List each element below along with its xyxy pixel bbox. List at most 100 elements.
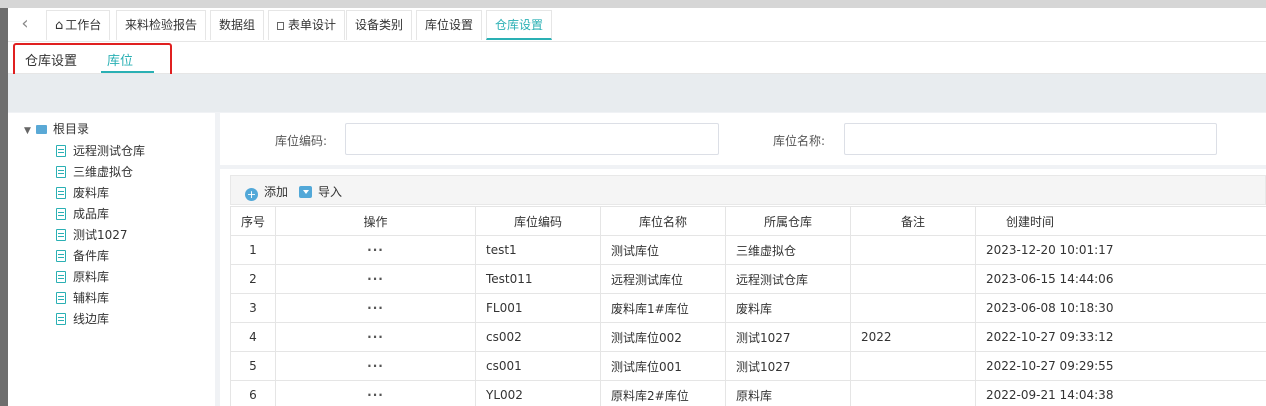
grid-toolbar: + 添加 导入 — [230, 175, 1266, 205]
document-icon — [56, 145, 66, 157]
tree-item-label: 辅料库 — [73, 291, 110, 305]
back-chevron-icon[interactable]: ‹ — [12, 12, 38, 38]
document-icon — [56, 208, 66, 220]
search-panel: 库位编码: 库位名称: — [220, 113, 1266, 165]
table-cell: 废料库1#库位 — [600, 293, 726, 323]
table-cell: 3 — [230, 293, 276, 323]
tab-label: 设备类别 — [355, 18, 404, 32]
table-cell: 远程测试仓库 — [725, 264, 851, 294]
tab-label: 仓库设置 — [495, 18, 544, 32]
tab-incoming-inspection[interactable]: 来料检验报告 — [116, 10, 207, 40]
column-header[interactable]: 操作 — [275, 206, 476, 236]
table-cell: 测试1027 — [725, 351, 851, 381]
tab-label: 来料检验报告 — [125, 18, 198, 32]
tree-item-label: 原料库 — [73, 270, 110, 284]
tab-label: 数据组 — [219, 18, 256, 32]
document-icon — [56, 250, 66, 262]
table-cell: 4 — [230, 322, 276, 352]
tree-item[interactable]: 测试1027 — [56, 226, 128, 244]
table-cell: 原料库2#库位 — [600, 380, 726, 406]
location-table: 序号 操作 库位编码 库位名称 所属仓库 备注 创建时间 1 ··· test1 测试… — [230, 206, 1266, 406]
tab-workbench[interactable]: ⌂ 工作台 — [46, 10, 111, 40]
document-icon — [56, 313, 66, 325]
table-cell: YL002 — [475, 380, 601, 406]
table-cell: 1 — [230, 235, 276, 265]
import-icon — [299, 186, 312, 198]
table-cell: 2023-12-20 10:01:17 — [975, 235, 1266, 265]
tree-item-label: 废料库 — [73, 186, 110, 200]
table-cell: 2022-09-21 14:04:38 — [975, 380, 1266, 406]
column-header[interactable]: 备注 — [850, 206, 976, 236]
table-cell — [850, 351, 976, 381]
table-header-row: 序号 操作 库位编码 库位名称 所属仓库 备注 创建时间 — [230, 206, 1266, 236]
document-icon — [56, 292, 66, 304]
table-row[interactable]: 6 ··· YL002 原料库2#库位 原料库 2022-09-21 14:04:38 — [230, 380, 1266, 406]
document-icon — [56, 166, 66, 178]
tree-item[interactable]: 成品库 — [56, 205, 109, 223]
column-header[interactable]: 序号 — [230, 206, 276, 236]
add-circle-icon: + — [245, 188, 258, 201]
tab-label: 库位设置 — [425, 18, 474, 32]
caret-down-icon[interactable]: ▼ — [24, 123, 36, 139]
column-header[interactable]: 库位编码 — [475, 206, 601, 236]
column-header[interactable]: 库位名称 — [600, 206, 726, 236]
tree-item-label: 成品库 — [73, 207, 110, 221]
table-row[interactable]: 3 ··· FL001 废料库1#库位 废料库 2023-06-08 10:18:30 — [230, 293, 1266, 323]
tree-item[interactable]: 辅料库 — [56, 289, 109, 307]
form-icon — [277, 22, 284, 30]
table-cell: 5 — [230, 351, 276, 381]
table-cell: 测试库位 — [600, 235, 726, 265]
table-cell: Test011 — [475, 264, 601, 294]
column-header[interactable]: 创建时间 — [975, 206, 1266, 236]
table-cell — [850, 293, 976, 323]
row-actions-menu[interactable]: ··· — [275, 351, 476, 381]
left-sidebar-strip — [0, 8, 8, 406]
tab-data-group[interactable]: 数据组 — [210, 10, 265, 40]
tree-item[interactable]: 备件库 — [56, 247, 109, 265]
table-cell: 2022 — [850, 322, 976, 352]
tree-item[interactable]: 远程测试仓库 — [56, 142, 145, 160]
tab-device-category[interactable]: 设备类别 — [346, 10, 413, 40]
tab-location-settings[interactable]: 库位设置 — [416, 10, 483, 40]
import-button[interactable]: 导入 — [299, 183, 342, 200]
table-cell: 2022-10-27 09:33:12 — [975, 322, 1266, 352]
table-row[interactable]: 2 ··· Test011 远程测试库位 远程测试仓库 2023-06-15 14:44:… — [230, 264, 1266, 294]
folder-icon — [36, 125, 47, 134]
location-name-input[interactable] — [844, 123, 1217, 155]
tree-item[interactable]: 线边库 — [56, 310, 109, 328]
tab-bar: ‹ ⌂ 工作台 来料检验报告 数据组 表单设计 设备类别 库位设置 仓库设置 — [8, 8, 1266, 42]
table-cell — [850, 235, 976, 265]
tree-item[interactable]: 三维虚拟仓 — [56, 163, 133, 181]
table-row[interactable]: 5 ··· cs001 测试库位001 测试1027 2022-10-27 09:29:5… — [230, 351, 1266, 381]
row-actions-menu[interactable]: ··· — [275, 264, 476, 294]
location-code-input[interactable] — [345, 123, 719, 155]
tree-item[interactable]: 废料库 — [56, 184, 109, 202]
tab-warehouse-settings[interactable]: 仓库设置 — [486, 10, 553, 40]
sub-tab-bar: 仓库设置 库位 — [8, 42, 1266, 74]
row-actions-menu[interactable]: ··· — [275, 322, 476, 352]
tree-root[interactable]: ▼ 根目录 — [24, 121, 89, 137]
tree-item[interactable]: 原料库 — [56, 268, 109, 286]
table-cell: cs002 — [475, 322, 601, 352]
tree-root-label: 根目录 — [53, 122, 90, 136]
table-cell: 2023-06-15 14:44:06 — [975, 264, 1266, 294]
table-row[interactable]: 1 ··· test1 测试库位 三维虚拟仓 2023-12-20 10:01:17 — [230, 235, 1266, 265]
column-header[interactable]: 所属仓库 — [725, 206, 851, 236]
tree-item-label: 测试1027 — [73, 228, 128, 242]
row-actions-menu[interactable]: ··· — [275, 380, 476, 406]
table-cell: 原料库 — [725, 380, 851, 406]
row-actions-menu[interactable]: ··· — [275, 293, 476, 323]
tree-item-label: 线边库 — [73, 312, 110, 326]
table-cell — [850, 264, 976, 294]
header-band — [8, 74, 1266, 112]
row-actions-menu[interactable]: ··· — [275, 235, 476, 265]
tab-label: 工作台 — [65, 18, 102, 32]
table-cell: test1 — [475, 235, 601, 265]
table-cell: 测试库位001 — [600, 351, 726, 381]
table-row[interactable]: 4 ··· cs002 测试库位002 测试1027 2022 2022-10-27 09:… — [230, 322, 1266, 352]
table-cell: FL001 — [475, 293, 601, 323]
tab-form-design[interactable]: 表单设计 — [268, 10, 346, 40]
table-cell: 三维虚拟仓 — [725, 235, 851, 265]
add-button[interactable]: + 添加 — [245, 183, 288, 201]
table-cell: 测试库位002 — [600, 322, 726, 352]
